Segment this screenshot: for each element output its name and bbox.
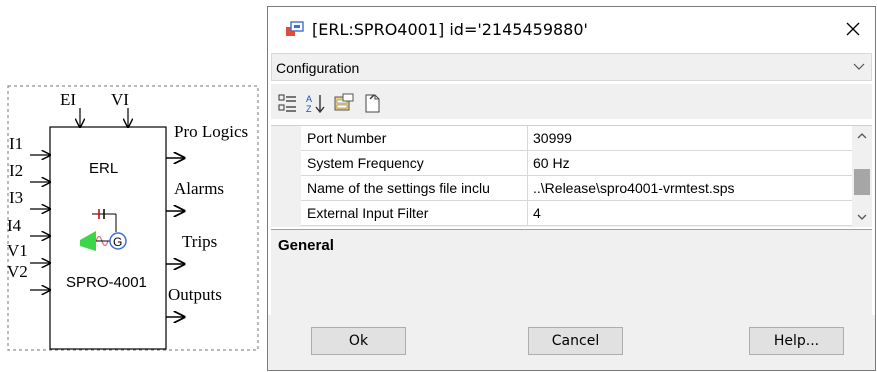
output-label: Alarms: [174, 179, 224, 198]
svg-text:Z: Z: [306, 104, 312, 114]
scroll-down-button[interactable]: [852, 207, 872, 227]
output-label: Pro Logics: [174, 122, 248, 141]
svg-text:G: G: [113, 235, 122, 249]
property-pages-icon: [334, 93, 354, 111]
property-value[interactable]: ..\Release\spro4001-vrmtest.sps: [533, 180, 735, 196]
property-row[interactable]: Name of the settings file inclu ..\Relea…: [301, 176, 852, 201]
top-input-label: EI: [60, 90, 76, 109]
close-icon: [846, 22, 860, 36]
section-dropdown-value: Configuration: [276, 60, 360, 76]
scroll-up-button[interactable]: [852, 126, 872, 146]
property-name: External Input Filter: [307, 205, 429, 221]
app-icon: [286, 21, 304, 36]
property-row[interactable]: Port Number 30999: [301, 126, 852, 151]
property-row[interactable]: External Input Filter 4: [301, 201, 852, 226]
top-input-label: VI: [111, 90, 129, 109]
left-input-label: V2: [7, 262, 28, 281]
left-input-label: I2: [9, 161, 23, 180]
device-name-label: SPRO-4001: [66, 274, 147, 291]
output-label: Outputs: [168, 285, 222, 304]
chevron-up-icon: [857, 133, 867, 139]
title-bar[interactable]: [ERL:SPRO4001] id='2145459880': [268, 7, 875, 52]
svg-text:A: A: [306, 94, 312, 104]
block-diagram: EI VI I1 I2 I3 I4 V1 V2 ERL SPRO-4001 G …: [7, 85, 259, 351]
properties-dialog: [ERL:SPRO4001] id='2145459880' Configura…: [267, 6, 876, 371]
block-name-label: ERL: [89, 160, 118, 177]
left-input-label: I1: [9, 134, 23, 153]
property-row[interactable]: System Frequency 60 Hz: [301, 151, 852, 176]
property-value[interactable]: 4: [533, 205, 541, 221]
document-icon: [365, 94, 380, 113]
property-name: Name of the settings file inclu: [307, 180, 490, 196]
property-grid: Port Number 30999 System Frequency 60 Hz…: [271, 125, 872, 227]
button-bar: Ok Cancel Help...: [268, 315, 875, 370]
property-name: System Frequency: [307, 155, 424, 171]
property-name: Port Number: [307, 130, 387, 146]
dialog-title: [ERL:SPRO4001] id='2145459880': [312, 20, 588, 39]
property-value[interactable]: 30999: [533, 130, 572, 146]
categorized-button[interactable]: [277, 92, 299, 114]
export-button[interactable]: [361, 92, 383, 114]
help-button[interactable]: Help...: [749, 327, 844, 355]
sort-alpha-icon: A Z: [306, 94, 325, 114]
left-input-label: I4: [7, 216, 22, 235]
cancel-button[interactable]: Cancel: [528, 327, 623, 355]
property-toolbar: A Z: [271, 84, 872, 119]
close-button[interactable]: [831, 7, 875, 52]
chevron-down-icon: [853, 63, 865, 70]
ok-button[interactable]: Ok: [311, 327, 406, 355]
description-panel: General: [271, 229, 872, 315]
left-input-label: V1: [7, 241, 28, 260]
chevron-down-icon: [857, 214, 867, 220]
output-label: Trips: [182, 232, 217, 251]
section-dropdown[interactable]: Configuration: [271, 53, 872, 81]
description-title: General: [278, 237, 334, 254]
sort-alpha-button[interactable]: A Z: [305, 92, 327, 114]
categorized-icon: [278, 94, 296, 112]
scroll-thumb[interactable]: [854, 169, 870, 195]
property-value[interactable]: 60 Hz: [533, 155, 570, 171]
vertical-scrollbar[interactable]: [852, 126, 872, 227]
left-input-label: I3: [9, 188, 23, 207]
property-pages-button[interactable]: [333, 92, 355, 114]
